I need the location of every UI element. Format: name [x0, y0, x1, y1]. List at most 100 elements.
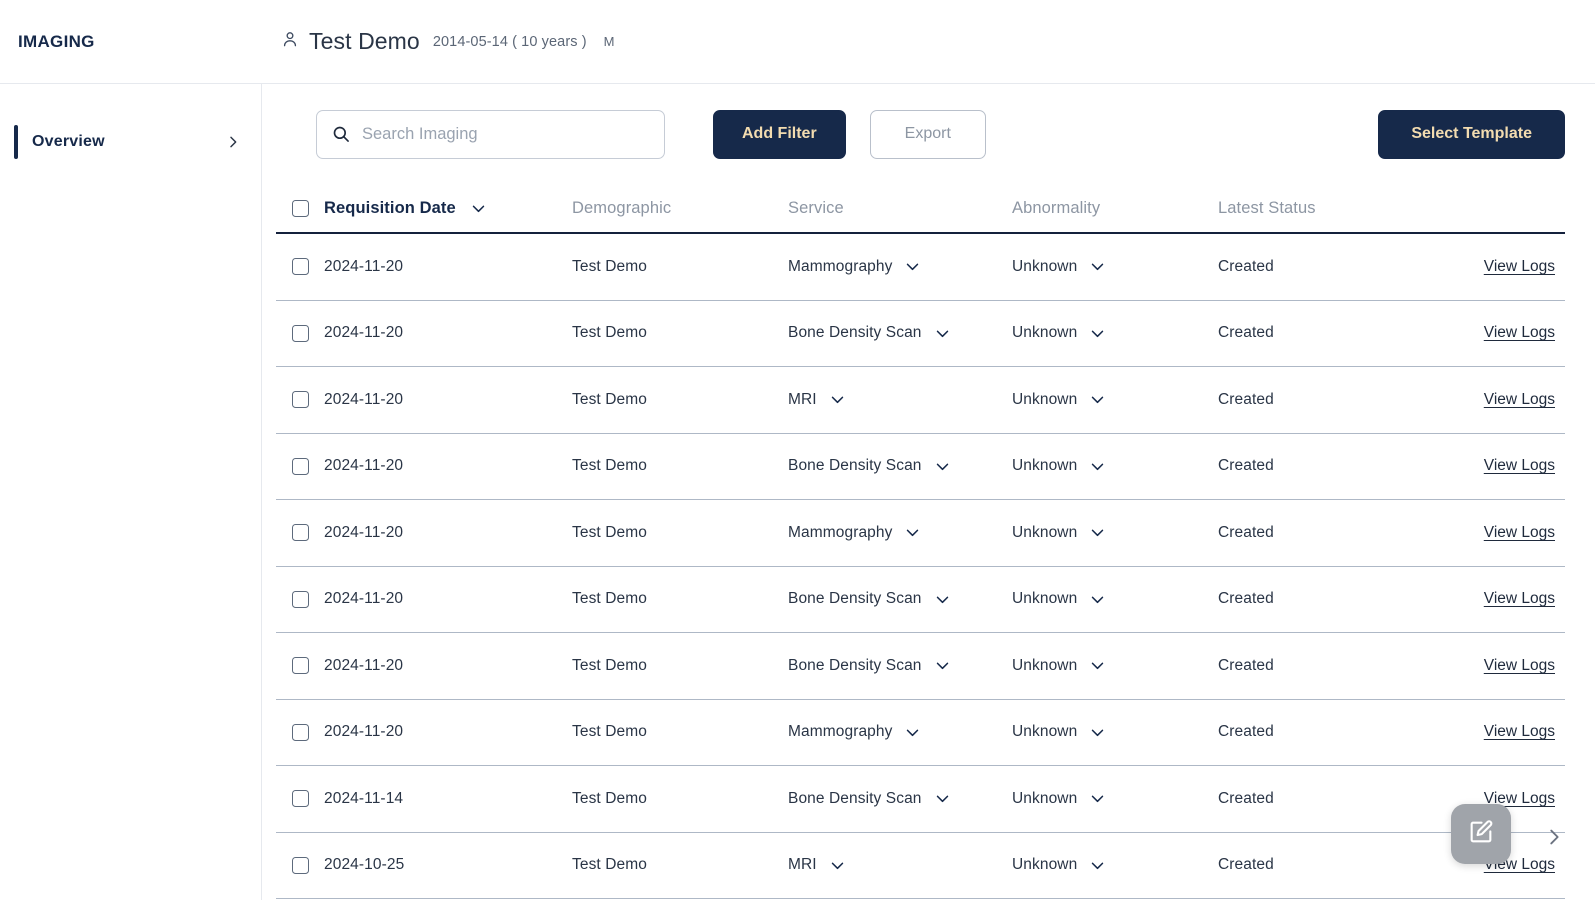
- chevron-down-icon[interactable]: [1089, 391, 1106, 408]
- chevron-down-icon[interactable]: [934, 458, 951, 475]
- view-logs-link[interactable]: View Logs: [1484, 524, 1555, 541]
- table-row[interactable]: 2024-11-20 Test Demo MRI Unknown Created View…: [276, 367, 1565, 434]
- row-checkbox[interactable]: [291, 657, 309, 675]
- chevron-right-icon[interactable]: [225, 134, 241, 150]
- row-checkbox[interactable]: [291, 457, 309, 475]
- chevron-down-icon[interactable]: [1089, 790, 1106, 807]
- active-indicator: [14, 125, 18, 159]
- cell-service[interactable]: Bone Density Scan: [788, 457, 1012, 475]
- cell-service[interactable]: MRI: [788, 856, 1012, 874]
- chevron-down-icon[interactable]: [1089, 857, 1106, 874]
- table-row[interactable]: 2024-11-20 Test Demo Bone Density Scan Unkn…: [276, 434, 1565, 500]
- row-checkbox[interactable]: [291, 790, 309, 808]
- sidebar-item-overview[interactable]: Overview: [0, 120, 261, 164]
- chevron-down-icon[interactable]: [1089, 524, 1106, 541]
- table-row[interactable]: 2024-11-20 Test Demo Bone Density Scan Unkn…: [276, 567, 1565, 633]
- chevron-down-icon[interactable]: [904, 524, 921, 541]
- table-row[interactable]: 2024-11-14 Test Demo Bone Density Scan Unkn…: [276, 766, 1565, 833]
- chevron-down-icon[interactable]: [470, 200, 487, 217]
- column-header-service[interactable]: Service: [788, 199, 1012, 218]
- cell-latest-status: Created: [1218, 457, 1274, 475]
- cell-abnormality[interactable]: Unknown: [1012, 590, 1218, 608]
- chevron-down-icon[interactable]: [829, 391, 846, 408]
- sidebar: Overview: [0, 84, 262, 900]
- chevron-down-icon[interactable]: [934, 591, 951, 608]
- view-logs-link[interactable]: View Logs: [1484, 391, 1555, 408]
- view-logs-link[interactable]: View Logs: [1484, 590, 1555, 607]
- column-header-date[interactable]: Requisition Date: [324, 199, 572, 218]
- row-checkbox[interactable]: [291, 590, 309, 608]
- row-checkbox[interactable]: [291, 524, 309, 542]
- chevron-down-icon[interactable]: [1089, 657, 1106, 674]
- cell-abnormality[interactable]: Unknown: [1012, 856, 1218, 874]
- cell-latest-status: Created: [1218, 324, 1274, 342]
- table-row[interactable]: 2024-11-20 Test Demo Mammography Unknown Cre…: [276, 500, 1565, 567]
- row-checkbox[interactable]: [291, 324, 309, 342]
- cell-abnormality[interactable]: Unknown: [1012, 657, 1218, 675]
- row-checkbox[interactable]: [291, 723, 309, 741]
- cell-abnormality[interactable]: Unknown: [1012, 324, 1218, 342]
- cell-service[interactable]: Mammography: [788, 524, 1012, 542]
- app-brand: IMAGING: [18, 31, 95, 51]
- table-row[interactable]: 2024-11-20 Test Demo Bone Density Scan Unkn…: [276, 633, 1565, 700]
- row-select-cell: [276, 324, 324, 342]
- next-page-arrow[interactable]: [1543, 826, 1565, 848]
- table-row[interactable]: 2024-11-20 Test Demo Mammography Unknown Cre…: [276, 234, 1565, 301]
- chevron-down-icon[interactable]: [934, 657, 951, 674]
- view-logs-link[interactable]: View Logs: [1484, 324, 1555, 341]
- search-box[interactable]: [316, 109, 665, 159]
- chevron-down-icon[interactable]: [1089, 258, 1106, 275]
- cell-service[interactable]: Mammography: [788, 723, 1012, 741]
- cell-abnormality-label: Unknown: [1012, 390, 1078, 408]
- chevron-down-icon[interactable]: [904, 724, 921, 741]
- cell-service[interactable]: Bone Density Scan: [788, 790, 1012, 808]
- cell-service[interactable]: MRI: [788, 391, 1012, 409]
- cell-logs: View Logs: [1436, 524, 1565, 542]
- table-row[interactable]: 2024-11-20 Test Demo Bone Density Scan Unkn…: [276, 301, 1565, 367]
- row-checkbox[interactable]: [291, 391, 309, 409]
- column-header-abnormality[interactable]: Abnormality: [1012, 199, 1218, 218]
- chevron-down-icon[interactable]: [904, 258, 921, 275]
- chevron-down-icon[interactable]: [1089, 458, 1106, 475]
- table-row[interactable]: 2024-11-20 Test Demo Mammography Unknown Cre…: [276, 700, 1565, 766]
- row-checkbox[interactable]: [291, 856, 309, 874]
- chevron-down-icon[interactable]: [1089, 591, 1106, 608]
- cell-abnormality[interactable]: Unknown: [1012, 723, 1218, 741]
- search-input[interactable]: [362, 124, 650, 144]
- chevron-down-icon[interactable]: [829, 857, 846, 874]
- chevron-down-icon[interactable]: [934, 325, 951, 342]
- column-header-latest-status[interactable]: Latest Status: [1218, 199, 1436, 218]
- add-filter-button[interactable]: Add Filter: [713, 109, 846, 159]
- cell-abnormality[interactable]: Unknown: [1012, 457, 1218, 475]
- cell-abnormality[interactable]: Unknown: [1012, 790, 1218, 808]
- edit-fab-button[interactable]: [1451, 804, 1511, 864]
- column-header-date-label: Requisition Date: [324, 198, 456, 217]
- view-logs-link[interactable]: View Logs: [1484, 457, 1555, 474]
- cell-service[interactable]: Mammography: [788, 258, 1012, 276]
- select-all-checkbox[interactable]: [291, 199, 309, 217]
- column-header-demographic[interactable]: Demographic: [572, 199, 788, 218]
- chevron-down-icon[interactable]: [934, 790, 951, 807]
- cell-logs: View Logs: [1436, 324, 1565, 342]
- cell-requisition-date: 2024-11-20: [324, 324, 404, 342]
- table-header-row: Requisition Date Demographic Service Abn…: [276, 184, 1565, 234]
- cell-service[interactable]: Bone Density Scan: [788, 324, 1012, 342]
- cell-abnormality[interactable]: Unknown: [1012, 391, 1218, 409]
- chevron-down-icon[interactable]: [1089, 724, 1106, 741]
- cell-abnormality[interactable]: Unknown: [1012, 524, 1218, 542]
- cell-abnormality-label: Unknown: [1012, 324, 1078, 342]
- cell-service[interactable]: Bone Density Scan: [788, 657, 1012, 675]
- view-logs-link[interactable]: View Logs: [1484, 258, 1555, 275]
- row-checkbox[interactable]: [291, 258, 309, 276]
- cell-requisition-date: 2024-11-20: [324, 257, 404, 275]
- view-logs-link[interactable]: View Logs: [1484, 657, 1555, 674]
- chevron-down-icon[interactable]: [1089, 325, 1106, 342]
- cell-demographic: Test Demo: [572, 723, 647, 741]
- table-row[interactable]: 2024-10-25 Test Demo MRI Unknown Created View…: [276, 833, 1565, 899]
- export-button[interactable]: Export: [869, 109, 986, 159]
- cell-abnormality[interactable]: Unknown: [1012, 258, 1218, 276]
- cell-service[interactable]: Bone Density Scan: [788, 590, 1012, 608]
- view-logs-link[interactable]: View Logs: [1484, 723, 1555, 740]
- select-template-button[interactable]: Select Template: [1378, 109, 1565, 159]
- cell-latest-status: Created: [1218, 723, 1274, 741]
